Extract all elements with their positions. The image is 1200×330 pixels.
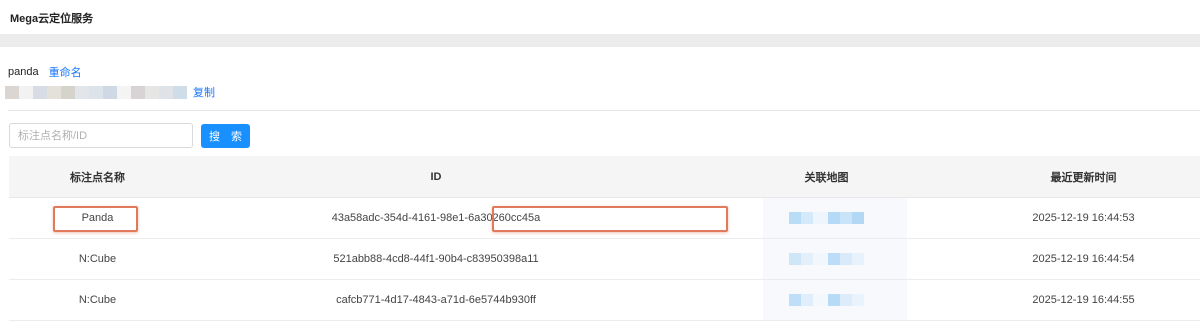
marker-id-cell: cafcb771-4d17-4843-a71d-6e5744b930ff (186, 280, 686, 320)
map-thumbnail[interactable] (763, 198, 907, 238)
section-divider (8, 110, 1200, 111)
linked-map-cell (686, 239, 967, 279)
search-input[interactable] (9, 123, 193, 148)
project-name: panda (8, 66, 39, 78)
table-header: 标注点名称 ID 关联地图 最近更新时间 (9, 156, 1200, 198)
header-divider-band (0, 34, 1200, 47)
marker-name: N:Cube (78, 253, 117, 265)
column-header-updated: 最近更新时间 (1050, 171, 1117, 184)
column-header-map: 关联地图 (804, 171, 849, 184)
updated-time: 2025-12-19 16:44:54 (1032, 253, 1135, 265)
marker-name-cell: N:Cube (9, 280, 186, 320)
marker-name-cell: Panda (9, 198, 186, 238)
redacted-key (5, 85, 187, 99)
updated-time-cell: 2025-12-19 16:44:54 (967, 239, 1200, 279)
linked-map-cell (686, 198, 967, 238)
top-bar: Mega云定位服务 (0, 0, 1200, 34)
linked-map-cell (686, 280, 967, 320)
marker-name-cell: N:Cube (9, 239, 186, 279)
updated-time-cell: 2025-12-19 16:44:53 (967, 198, 1200, 238)
table-row[interactable]: Panda 43a58adc-354d-4161-98e1-6a30260cc4… (9, 198, 1200, 239)
app-title: Mega云定位服务 (10, 13, 94, 25)
table-row[interactable]: N:Cube 521abb88-4cd8-44f1-90b4-c83950398… (9, 239, 1200, 280)
marker-name: Panda (81, 212, 114, 224)
column-header-name: 标注点名称 (70, 171, 125, 184)
map-thumbnail[interactable] (763, 239, 907, 279)
project-key-row: 复制 (5, 84, 215, 100)
marker-name: N:Cube (78, 294, 117, 306)
search-button[interactable]: 搜 索 (201, 124, 250, 148)
markers-table: 标注点名称 ID 关联地图 最近更新时间 Panda 43a58adc-354d… (9, 156, 1200, 321)
column-header-id: ID (430, 170, 442, 183)
table-row[interactable]: N:Cube cafcb771-4d17-4843-a71d-6e5744b93… (9, 280, 1200, 321)
project-name-row: panda 重命名 (8, 64, 82, 80)
copy-link[interactable]: 复制 (193, 84, 215, 100)
updated-time: 2025-12-19 16:44:53 (1032, 212, 1135, 224)
marker-id: 43a58adc-354d-4161-98e1-6a30260cc45a (331, 212, 541, 224)
marker-id-cell: 521abb88-4cd8-44f1-90b4-c83950398a11 (186, 239, 686, 279)
map-thumbnail[interactable] (763, 280, 907, 320)
rename-link[interactable]: 重命名 (49, 64, 82, 80)
marker-id-cell: 43a58adc-354d-4161-98e1-6a30260cc45a (186, 198, 728, 238)
marker-id: 521abb88-4cd8-44f1-90b4-c83950398a11 (333, 253, 539, 265)
updated-time-cell: 2025-12-19 16:44:55 (967, 280, 1200, 320)
marker-id: cafcb771-4d17-4843-a71d-6e5744b930ff (336, 294, 536, 306)
updated-time: 2025-12-19 16:44:55 (1032, 294, 1135, 306)
